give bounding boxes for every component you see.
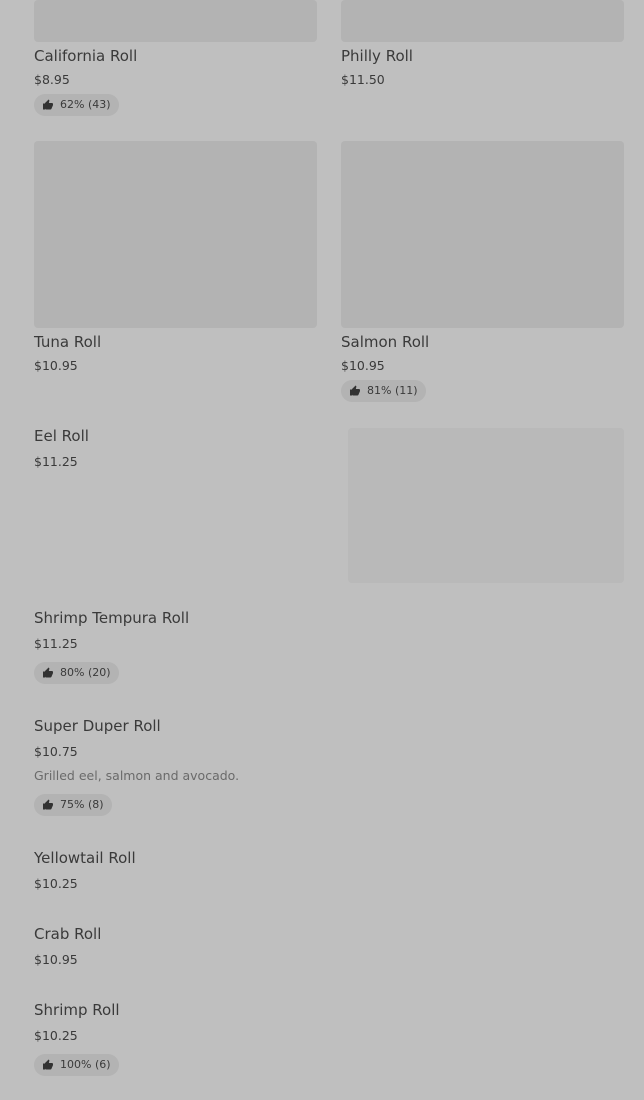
rating-badge: 81% (11) (341, 380, 426, 402)
item-image[interactable] (34, 0, 317, 42)
item-price: $10.95 (34, 358, 78, 373)
rating-badge: 80% (20) (34, 662, 119, 684)
rating-badge: 75% (8) (34, 794, 112, 816)
item-price: $11.25 (34, 636, 78, 651)
thumbs-up-icon (43, 1059, 53, 1070)
item-price: $11.25 (34, 454, 78, 469)
item-price: $8.95 (34, 72, 70, 87)
thumbs-up-icon (43, 799, 53, 810)
item-name: Yellowtail Roll (34, 849, 136, 867)
item-description: Grilled eel, salmon and avocado. (34, 768, 240, 783)
thumbs-up-icon (43, 667, 53, 678)
item-name: Tuna Roll (34, 333, 102, 351)
rating-text: 80% (20) (60, 666, 111, 679)
rating-text: 62% (43) (60, 98, 111, 111)
item-name: Super Duper Roll (34, 717, 161, 735)
item-price: $10.25 (34, 1028, 78, 1043)
item-name: Crab Roll (34, 925, 102, 943)
item-image[interactable] (348, 428, 624, 583)
rating-badge: 62% (43) (34, 94, 119, 116)
thumbs-up-icon (350, 385, 360, 396)
item-name: Salmon Roll (341, 333, 430, 351)
rating-badge: 100% (6) (34, 1054, 119, 1076)
item-image[interactable] (341, 141, 624, 328)
rating-text: 75% (8) (60, 798, 104, 811)
thumbs-up-icon (43, 99, 53, 110)
item-name: Shrimp Roll (34, 1001, 120, 1019)
item-name: California Roll (34, 47, 138, 65)
item-image[interactable] (34, 141, 317, 328)
item-price: $11.50 (341, 72, 385, 87)
rating-text: 100% (6) (60, 1058, 111, 1071)
item-price: $10.75 (34, 744, 78, 759)
item-image[interactable] (341, 0, 624, 42)
item-name: Philly Roll (341, 47, 413, 65)
item-price: $10.95 (341, 358, 385, 373)
item-price: $10.25 (34, 876, 78, 891)
rating-text: 81% (11) (367, 384, 418, 397)
item-price: $10.95 (34, 952, 78, 967)
item-name: Shrimp Tempura Roll (34, 609, 190, 627)
item-name: Eel Roll (34, 427, 89, 445)
